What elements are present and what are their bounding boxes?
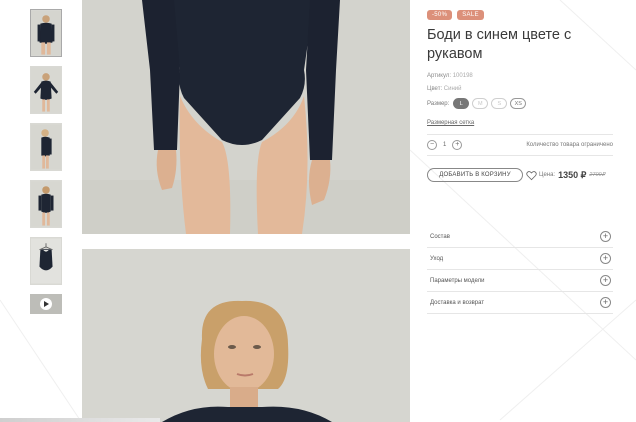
accordion-item-model-params[interactable]: Параметры модели + (427, 270, 613, 292)
photo-front-icon (31, 10, 61, 56)
accordion-item-delivery[interactable]: Доставка и возврат + (427, 292, 613, 314)
size-selector: Размер: L M S XS (427, 98, 613, 109)
product-photo-main[interactable] (82, 0, 410, 234)
size-option-l[interactable]: L (453, 98, 470, 109)
photo-hanger-icon (31, 238, 61, 284)
size-label: Размер: (427, 100, 450, 107)
plus-icon: + (600, 275, 611, 286)
buy-row: ДОБАВИТЬ В КОРЗИНУ Цена: 1350 ₽ 2700₽ (427, 168, 613, 182)
thumbnail-side[interactable] (30, 123, 62, 171)
quantity-increase-button[interactable]: + (452, 140, 463, 150)
play-video-icon (40, 298, 52, 310)
product-photo-body-front (82, 0, 410, 234)
photo-arms-icon (31, 67, 61, 113)
accordion-label: Доставка и возврат (430, 299, 485, 306)
thumbnail-back[interactable] (30, 180, 62, 228)
size-chart-link[interactable]: Размерная сетка (427, 120, 474, 126)
status-bar (0, 418, 160, 422)
article-label: Артикул: (427, 73, 452, 79)
quantity-decrease-button[interactable]: − (427, 140, 437, 150)
photo-back-icon (31, 181, 61, 227)
badge-row: -50% SALE (427, 10, 613, 20)
article-value: 100198 (452, 73, 473, 79)
size-option-s[interactable]: S (491, 98, 508, 109)
color-value: Синий (443, 86, 462, 92)
quantity-note: Количество товара ограничено (526, 142, 613, 148)
size-option-xs[interactable]: XS (510, 98, 527, 109)
product-title: Боди в синем цвете с рукавом (427, 27, 572, 62)
thumbnail-video[interactable] (30, 294, 62, 314)
price-old: 2700₽ (589, 172, 606, 178)
thumbnail-hanger[interactable] (30, 237, 62, 285)
thumbnail-front[interactable] (30, 9, 62, 57)
heart-icon[interactable] (526, 170, 537, 181)
price-current: 1350 ₽ (558, 169, 587, 180)
photo-side-icon (31, 124, 61, 170)
accordion-item-composition[interactable]: Состав + (427, 226, 613, 248)
product-photo-portrait[interactable] (82, 249, 410, 422)
discount-badge: -50% (427, 10, 453, 20)
accordion-label: Параметры модели (430, 277, 485, 284)
quantity-value: 1 (443, 142, 447, 148)
price-label: Цена: (539, 172, 556, 178)
plus-icon: + (600, 297, 611, 308)
color-line: Цвет: Синий (427, 86, 613, 92)
product-photo-model-face (82, 249, 410, 422)
article-line: Артикул: 100198 (427, 73, 613, 79)
product-info-panel: -50% SALE Боди в синем цвете с рукавом А… (427, 10, 613, 182)
accordion-label: Состав (430, 233, 450, 240)
thumbnail-gallery (30, 9, 64, 323)
product-details-accordion: Состав + Уход + Параметры модели + Доста… (427, 226, 613, 314)
thumbnail-arms[interactable] (30, 66, 62, 114)
size-option-m[interactable]: M (472, 98, 489, 109)
plus-icon: + (600, 253, 611, 264)
sale-badge: SALE (457, 10, 484, 20)
accordion-item-care[interactable]: Уход + (427, 248, 613, 270)
plus-icon: + (600, 231, 611, 242)
quantity-row: − 1 + Количество товара ограничено (427, 134, 613, 156)
add-to-cart-button[interactable]: ДОБАВИТЬ В КОРЗИНУ (427, 168, 523, 182)
accordion-label: Уход (430, 255, 444, 262)
color-label: Цвет: (427, 86, 443, 92)
